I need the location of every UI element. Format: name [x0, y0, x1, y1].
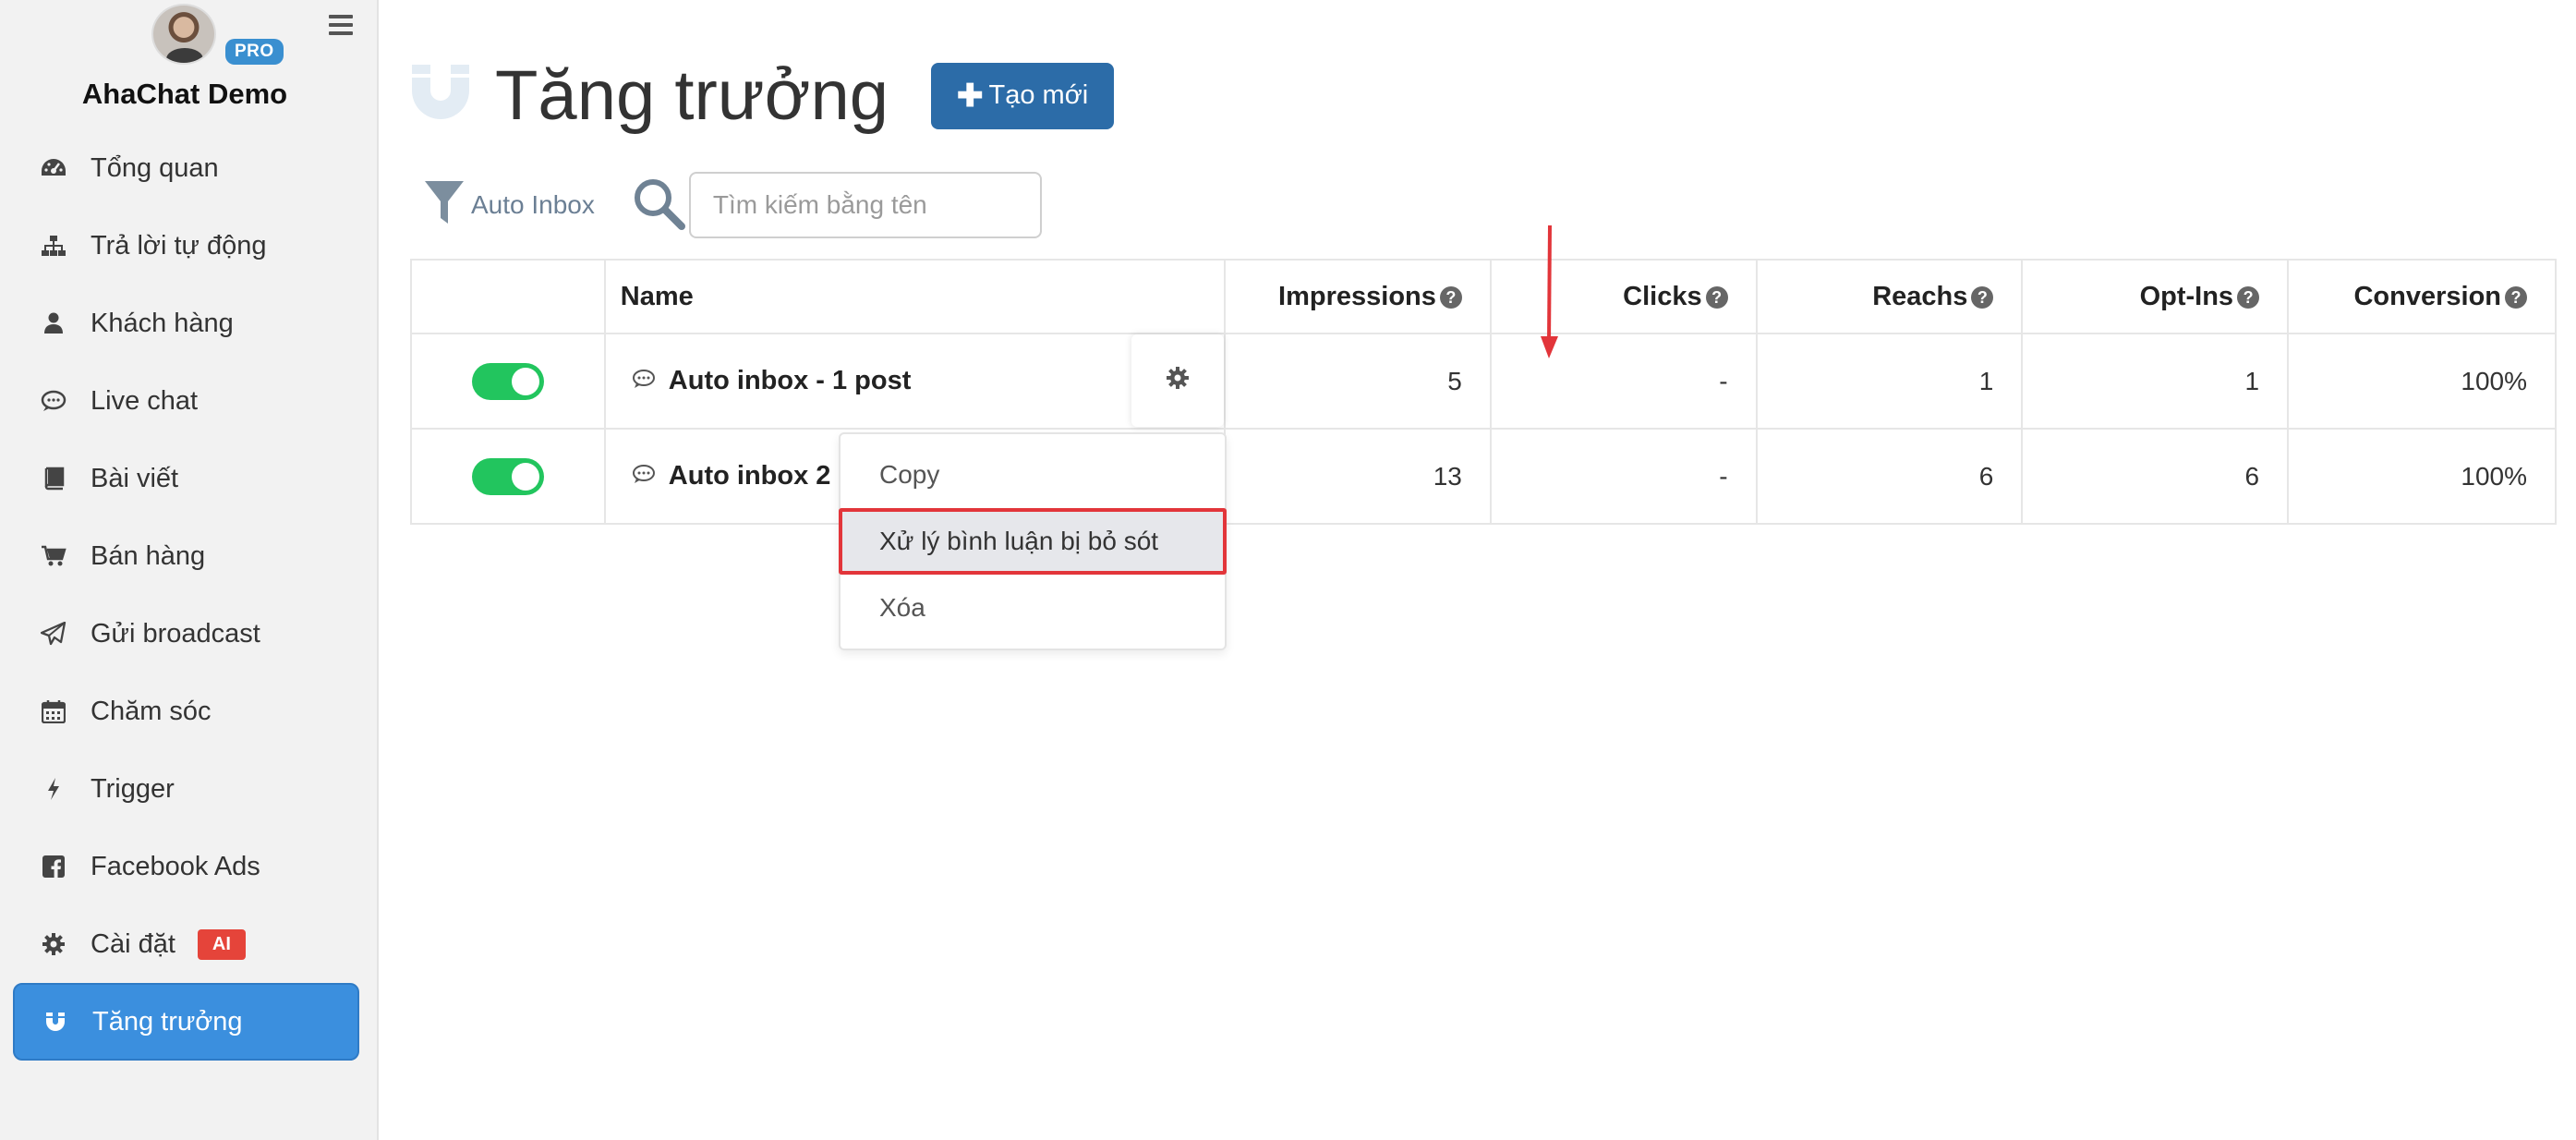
table-row: Auto inbox 2 13 - 6 6 100% [410, 428, 2557, 525]
cell-reachs: 1 [1755, 333, 2024, 430]
hamburger-menu-icon[interactable] [329, 15, 353, 35]
filter-label: Auto Inbox [471, 190, 595, 219]
bolt-icon [35, 777, 72, 801]
paper-plane-icon [35, 622, 72, 646]
sidebar-item-label: Tổng quan [91, 152, 219, 183]
cell-conversion: 100% [2287, 333, 2557, 430]
pro-badge: PRO [225, 39, 284, 65]
gear-icon [35, 932, 72, 956]
gear-icon [1166, 366, 1190, 396]
book-icon [35, 467, 72, 491]
search-icon[interactable] [632, 176, 685, 235]
help-icon[interactable]: ? [1705, 285, 1728, 309]
help-icon[interactable]: ? [1439, 285, 1462, 309]
menu-item-delete[interactable]: Xóa [841, 575, 1225, 641]
cell-conversion: 100% [2287, 428, 2557, 525]
dashboard-icon [35, 157, 72, 179]
create-new-button[interactable]: ✚ Tạo mới [931, 62, 1115, 129]
sidebar-item-label: Tăng trưởng [92, 1006, 243, 1037]
help-icon[interactable]: ? [2505, 285, 2527, 309]
sidebar: PRO AhaChat Demo Tổng quan Trả lời tự độ… [0, 0, 379, 1140]
cart-icon [35, 545, 72, 567]
cell-clicks: - [1489, 333, 1758, 430]
col-header-toggle [410, 259, 606, 334]
sidebar-item-trigger[interactable]: Trigger [13, 750, 359, 828]
calendar-icon [35, 699, 72, 723]
sidebar-item-label: Khách hàng [91, 308, 234, 338]
sidebar-item-live-chat[interactable]: Live chat [13, 362, 359, 440]
filter-auto-inbox[interactable]: Auto Inbox [423, 179, 595, 232]
row-name-link[interactable]: Auto inbox 2 [621, 461, 830, 491]
chat-icon [35, 390, 72, 412]
cell-impressions: 5 [1224, 333, 1492, 430]
annotation-arrow [1541, 224, 1558, 358]
app-name: AhaChat Demo [81, 78, 288, 110]
menu-item-copy[interactable]: Copy [841, 442, 1225, 508]
enable-toggle[interactable] [471, 457, 544, 495]
sidebar-item-cai-dat[interactable]: Cài đặt AI [13, 905, 359, 983]
sidebar-item-khach-hang[interactable]: Khách hàng [13, 285, 359, 362]
help-icon[interactable]: ? [1971, 285, 1994, 309]
sidebar-item-cham-soc[interactable]: Chăm sóc [13, 673, 359, 750]
ai-badge: AI [197, 928, 246, 960]
sidebar-nav: Tổng quan Trả lời tự động Khách hàng Liv… [13, 129, 359, 1061]
col-header-clicks: Clicks? [1489, 259, 1758, 334]
sidebar-item-label: Trả lời tự động [91, 230, 267, 261]
sidebar-item-label: Bán hàng [91, 540, 206, 571]
sidebar-item-tra-loi-tu-dong[interactable]: Trả lời tự động [13, 207, 359, 285]
sidebar-item-label: Chăm sóc [91, 696, 212, 726]
page-title: Tăng trưởng [495, 56, 889, 135]
cell-optins: 1 [2021, 333, 2290, 430]
row-settings-button[interactable] [1131, 334, 1225, 427]
sidebar-item-tang-truong[interactable]: Tăng trưởng [13, 983, 359, 1061]
chat-icon [632, 461, 656, 491]
sidebar-item-label: Trigger [91, 773, 175, 804]
cell-reachs: 6 [1755, 428, 2024, 525]
search-input[interactable] [688, 172, 1042, 238]
enable-toggle[interactable] [471, 362, 544, 400]
filter-row: Auto Inbox [423, 172, 1042, 238]
col-header-name: Name [603, 259, 1227, 334]
cell-clicks: - [1489, 428, 1758, 525]
create-new-label: Tạo mới [988, 80, 1089, 110]
user-icon [35, 312, 72, 334]
col-header-conversion: Conversion? [2287, 259, 2557, 334]
sidebar-item-label: Facebook Ads [91, 851, 260, 881]
chat-icon [632, 366, 656, 396]
magnet-icon [408, 61, 473, 130]
menu-item-process-missed-comments[interactable]: Xử lý bình luận bị bỏ sót [839, 508, 1227, 575]
sidebar-item-bai-viet[interactable]: Bài viết [13, 440, 359, 517]
filter-icon [423, 179, 471, 232]
growth-table: Name Impressions? Clicks? Reachs? Opt-In… [410, 259, 2557, 525]
row-actions-dropdown: Copy Xử lý bình luận bị bỏ sót Xóa [839, 432, 1227, 650]
cell-impressions: 13 [1224, 428, 1492, 525]
avatar[interactable] [151, 4, 216, 65]
table-header-row: Name Impressions? Clicks? Reachs? Opt-In… [410, 259, 2557, 334]
cell-optins: 6 [2021, 428, 2290, 525]
sidebar-item-label: Cài đặt [91, 928, 175, 959]
col-header-optins: Opt-Ins? [2021, 259, 2290, 334]
magnet-icon [37, 1011, 74, 1033]
sidebar-item-label: Bài viết [91, 463, 179, 493]
sitemap-icon [35, 235, 72, 257]
sidebar-item-ban-hang[interactable]: Bán hàng [13, 517, 359, 595]
plus-icon: ✚ [957, 78, 984, 114]
col-header-reachs: Reachs? [1755, 259, 2024, 334]
sidebar-item-gui-broadcast[interactable]: Gửi broadcast [13, 595, 359, 673]
sidebar-item-label: Live chat [91, 385, 199, 416]
page-header: Tăng trưởng ✚ Tạo mới [408, 55, 1115, 136]
col-header-impressions: Impressions? [1224, 259, 1492, 334]
sidebar-item-tong-quan[interactable]: Tổng quan [13, 129, 359, 207]
sidebar-item-facebook-ads[interactable]: Facebook Ads [13, 828, 359, 905]
help-icon[interactable]: ? [2237, 285, 2260, 309]
main-content: Tăng trưởng ✚ Tạo mới Auto Inbox Name Im… [379, 0, 2576, 1140]
table-row: Auto inbox - 1 post 5 - 1 1 100% [410, 333, 2557, 430]
row-name-link[interactable]: Auto inbox - 1 post [621, 366, 911, 396]
facebook-icon [35, 855, 72, 878]
sidebar-item-label: Gửi broadcast [91, 618, 260, 649]
